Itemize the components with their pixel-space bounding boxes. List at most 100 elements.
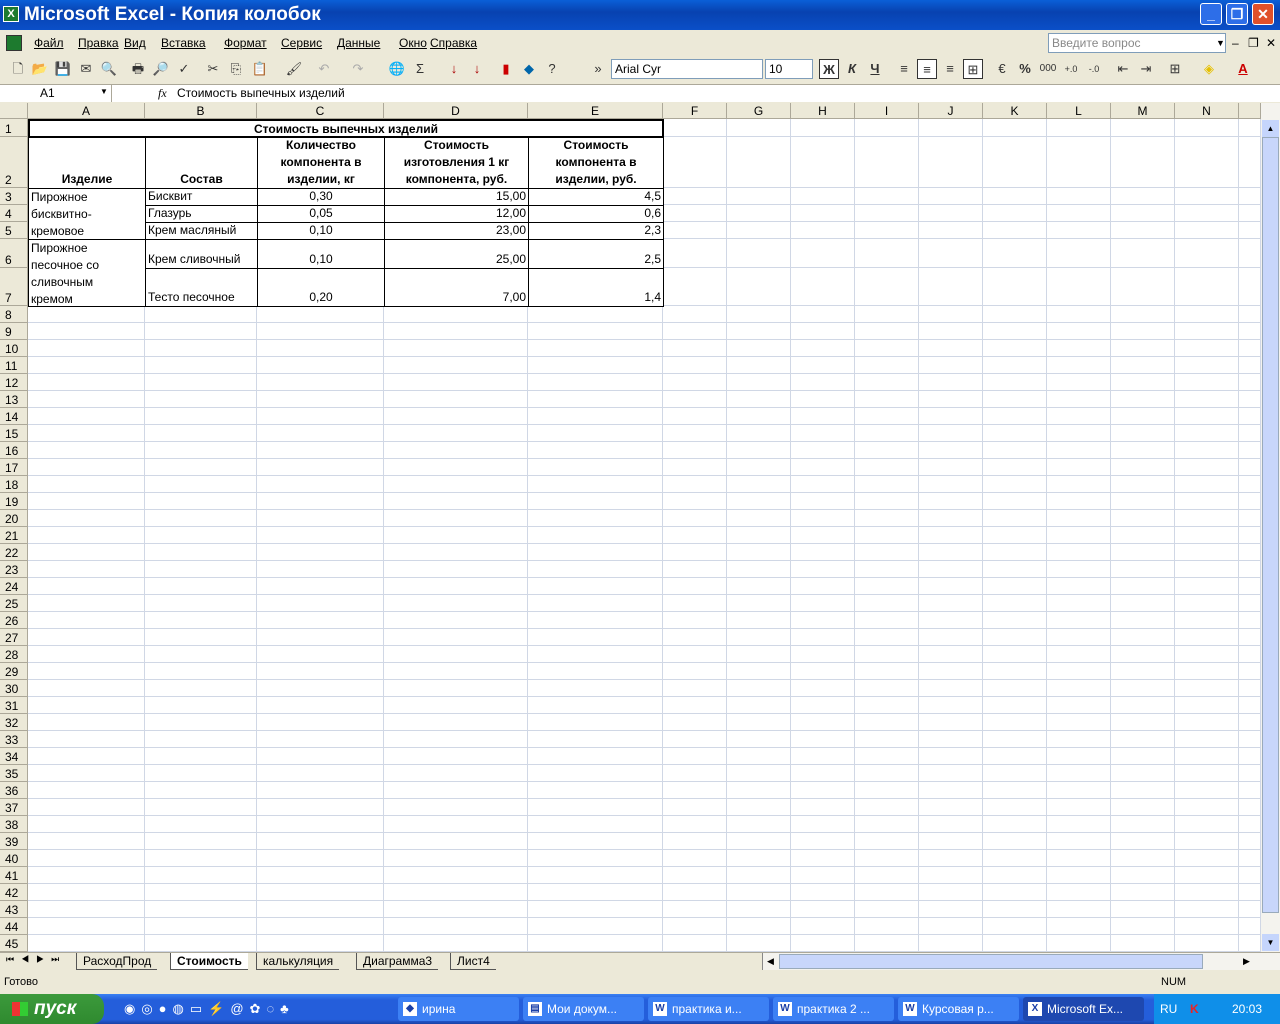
cell[interactable] — [1239, 646, 1261, 663]
cell[interactable] — [791, 935, 855, 952]
cell[interactable] — [663, 476, 727, 493]
cell[interactable] — [855, 867, 919, 884]
cell[interactable] — [1111, 459, 1175, 476]
cell[interactable] — [1175, 137, 1239, 188]
column-header-M[interactable]: M — [1111, 103, 1175, 119]
cell[interactable] — [919, 442, 983, 459]
column-header-F[interactable]: F — [663, 103, 727, 119]
row-header[interactable]: 13 — [0, 391, 28, 408]
cell[interactable] — [28, 561, 145, 578]
cell[interactable] — [528, 782, 663, 799]
cell[interactable] — [528, 408, 663, 425]
borders-icon[interactable]: ⊞ — [1165, 59, 1185, 79]
row-header[interactable]: 12 — [0, 374, 28, 391]
cell[interactable] — [1047, 408, 1111, 425]
cell[interactable] — [1111, 561, 1175, 578]
cell[interactable] — [1111, 612, 1175, 629]
cell[interactable] — [384, 459, 528, 476]
cell[interactable] — [1111, 782, 1175, 799]
cell[interactable] — [1175, 748, 1239, 765]
cell[interactable] — [1175, 459, 1239, 476]
cell[interactable] — [384, 442, 528, 459]
data-cell[interactable]: 0,10 — [257, 239, 385, 269]
cell[interactable] — [28, 578, 145, 595]
cell[interactable] — [528, 323, 663, 340]
row-header[interactable]: 29 — [0, 663, 28, 680]
cell[interactable] — [983, 680, 1047, 697]
cell[interactable] — [983, 884, 1047, 901]
menu-item-7[interactable]: Окно — [399, 31, 427, 55]
cell[interactable] — [257, 357, 384, 374]
cell[interactable] — [1175, 340, 1239, 357]
cell[interactable] — [28, 816, 145, 833]
cell[interactable] — [983, 239, 1047, 268]
cell[interactable] — [145, 442, 257, 459]
cell[interactable] — [1047, 680, 1111, 697]
row-header[interactable]: 23 — [0, 561, 28, 578]
cell[interactable] — [855, 222, 919, 239]
cell[interactable] — [1111, 119, 1175, 137]
merge-center-icon[interactable]: ⊞ — [963, 59, 983, 79]
cell[interactable] — [28, 935, 145, 952]
cell[interactable] — [791, 697, 855, 714]
cell[interactable] — [528, 935, 663, 952]
cell[interactable] — [384, 595, 528, 612]
cell[interactable] — [1047, 612, 1111, 629]
cell[interactable] — [384, 391, 528, 408]
cell[interactable] — [528, 357, 663, 374]
cell[interactable] — [727, 850, 791, 867]
cell[interactable] — [145, 493, 257, 510]
cell[interactable] — [919, 663, 983, 680]
cell[interactable] — [384, 884, 528, 901]
cell[interactable] — [257, 510, 384, 527]
cell[interactable] — [919, 833, 983, 850]
cell[interactable] — [983, 714, 1047, 731]
cell[interactable] — [28, 663, 145, 680]
cell[interactable] — [855, 595, 919, 612]
cell[interactable] — [791, 578, 855, 595]
cell[interactable] — [1111, 374, 1175, 391]
cell[interactable] — [919, 697, 983, 714]
cell[interactable] — [28, 425, 145, 442]
cell[interactable] — [257, 782, 384, 799]
cell[interactable] — [145, 918, 257, 935]
cell[interactable] — [1239, 816, 1261, 833]
cell[interactable] — [983, 850, 1047, 867]
cell[interactable] — [28, 867, 145, 884]
cell[interactable] — [1111, 884, 1175, 901]
cell[interactable] — [727, 340, 791, 357]
cell[interactable] — [145, 374, 257, 391]
data-cell[interactable]: Крем сливочный — [145, 239, 258, 269]
cell[interactable] — [257, 765, 384, 782]
font-name-select[interactable]: Arial Cyr — [611, 59, 763, 79]
minimize-button[interactable]: _ — [1200, 3, 1222, 25]
cell[interactable] — [855, 578, 919, 595]
row-header[interactable]: 28 — [0, 646, 28, 663]
cell[interactable] — [528, 748, 663, 765]
cell[interactable] — [145, 391, 257, 408]
cell[interactable] — [919, 765, 983, 782]
data-cell[interactable]: 0,05 — [257, 205, 385, 223]
row-header[interactable]: 18 — [0, 476, 28, 493]
cell[interactable] — [528, 340, 663, 357]
cell[interactable] — [384, 357, 528, 374]
cell[interactable] — [1047, 578, 1111, 595]
cell[interactable] — [983, 493, 1047, 510]
cell[interactable] — [1047, 323, 1111, 340]
cell[interactable] — [1239, 799, 1261, 816]
column-header-B[interactable]: B — [145, 103, 257, 119]
cell[interactable] — [1239, 340, 1261, 357]
row-header[interactable]: 17 — [0, 459, 28, 476]
cell[interactable] — [791, 239, 855, 268]
cell[interactable] — [1175, 510, 1239, 527]
scroll-up-icon[interactable]: ▲ — [1262, 120, 1279, 137]
cell[interactable] — [727, 646, 791, 663]
increase-decimal-icon[interactable]: +.0 — [1061, 59, 1081, 79]
cell[interactable] — [919, 578, 983, 595]
cell[interactable] — [1239, 510, 1261, 527]
cell[interactable] — [919, 137, 983, 188]
cell[interactable] — [727, 357, 791, 374]
cell[interactable] — [727, 493, 791, 510]
cell[interactable] — [919, 239, 983, 268]
cell[interactable] — [791, 918, 855, 935]
